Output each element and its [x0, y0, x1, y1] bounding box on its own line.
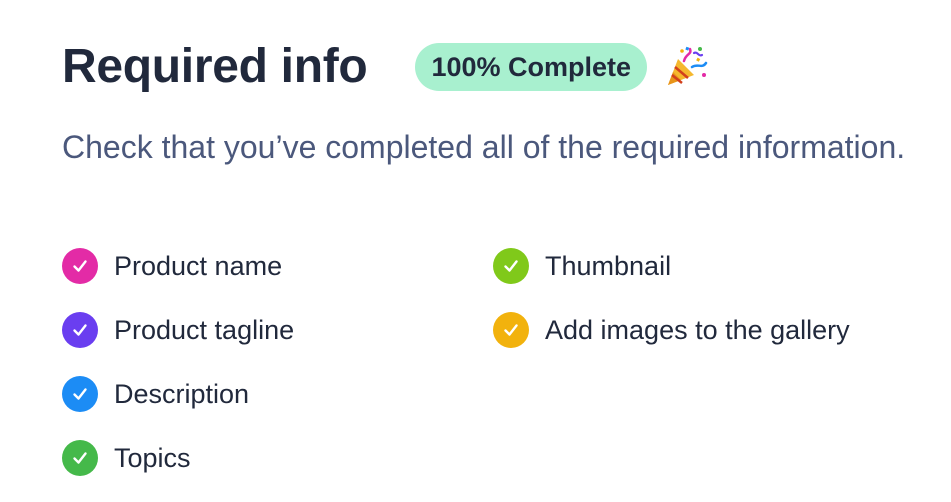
- check-icon: [493, 248, 529, 284]
- checklist-item-gallery-images[interactable]: Add images to the gallery: [493, 310, 922, 350]
- check-icon: [62, 376, 98, 412]
- checklist-item-topics[interactable]: Topics: [62, 438, 493, 478]
- checklist-item-description[interactable]: Description: [62, 374, 493, 414]
- checklist-item-label: Topics: [114, 442, 191, 473]
- checklist-item-label: Product tagline: [114, 314, 295, 345]
- checklist-item-label: Description: [114, 378, 250, 409]
- page-title: Required info: [62, 40, 368, 93]
- checklist-item-label: Thumbnail: [545, 250, 672, 281]
- page-subtitle: Check that you’ve completed all of the r…: [62, 129, 906, 165]
- checklist-item-product-tagline[interactable]: Product tagline: [62, 310, 493, 350]
- completion-badge: 100% Complete: [415, 43, 648, 91]
- checklist-item-label: Product name: [114, 250, 283, 281]
- header: Required info 100% Complete: [62, 38, 709, 96]
- checklist-item-label: Add images to the gallery: [545, 314, 850, 345]
- checklist-item-thumbnail[interactable]: Thumbnail: [493, 246, 922, 286]
- check-icon: [62, 312, 98, 348]
- required-info-checklist: Product name Thumbnail Product tagline A…: [62, 246, 922, 502]
- check-icon: [493, 312, 529, 348]
- party-popper-icon: [663, 44, 709, 90]
- check-icon: [62, 248, 98, 284]
- checklist-item-product-name[interactable]: Product name: [62, 246, 493, 286]
- checklist-item-spacer: [493, 374, 922, 414]
- check-icon: [62, 440, 98, 476]
